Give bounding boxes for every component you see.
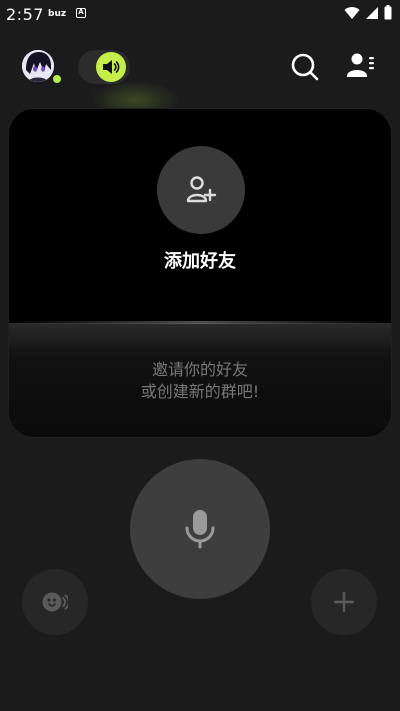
invite-line-1: 邀请你的好友: [151, 360, 248, 379]
add-button[interactable]: [311, 569, 377, 635]
status-icons: [344, 5, 392, 20]
battery-icon: [384, 5, 392, 20]
search-icon: [291, 53, 319, 81]
avatar[interactable]: [22, 50, 54, 82]
microphone-icon: [185, 510, 215, 549]
card-divider: [9, 321, 391, 324]
push-to-talk-button[interactable]: [130, 459, 270, 599]
notification-app-icon: A: [76, 8, 86, 18]
voice-filter-icon: [42, 592, 68, 612]
app-screen: 2:57 buz A 添加好友 邀请你的好友 或创建新的群吧!: [0, 0, 400, 711]
add-friend-button[interactable]: [157, 146, 245, 234]
empty-state-card: 添加好友 邀请你的好友 或创建新的群吧!: [8, 108, 392, 438]
notification-app-label: buz: [48, 9, 67, 19]
search-button[interactable]: [290, 52, 320, 82]
avatar-image: [22, 50, 54, 82]
online-status-dot: [52, 74, 62, 84]
wifi-icon: [344, 6, 360, 19]
add-person-icon: [186, 176, 217, 203]
invite-message: 邀请你的好友 或创建新的群吧!: [9, 359, 391, 403]
contacts-button[interactable]: [346, 52, 376, 80]
speaker-icon: [103, 60, 120, 74]
signal-icon: [366, 6, 378, 19]
status-time: 2:57: [6, 5, 44, 24]
contacts-icon: [347, 53, 374, 77]
invite-line-2: 或创建新的群吧!: [140, 382, 260, 401]
sound-toggle-knob[interactable]: [96, 52, 126, 82]
voice-filter-button[interactable]: [22, 569, 88, 635]
status-bar: 2:57 buz A: [0, 0, 400, 28]
add-friend-label[interactable]: 添加好友: [9, 247, 391, 273]
plus-icon: [334, 592, 354, 612]
